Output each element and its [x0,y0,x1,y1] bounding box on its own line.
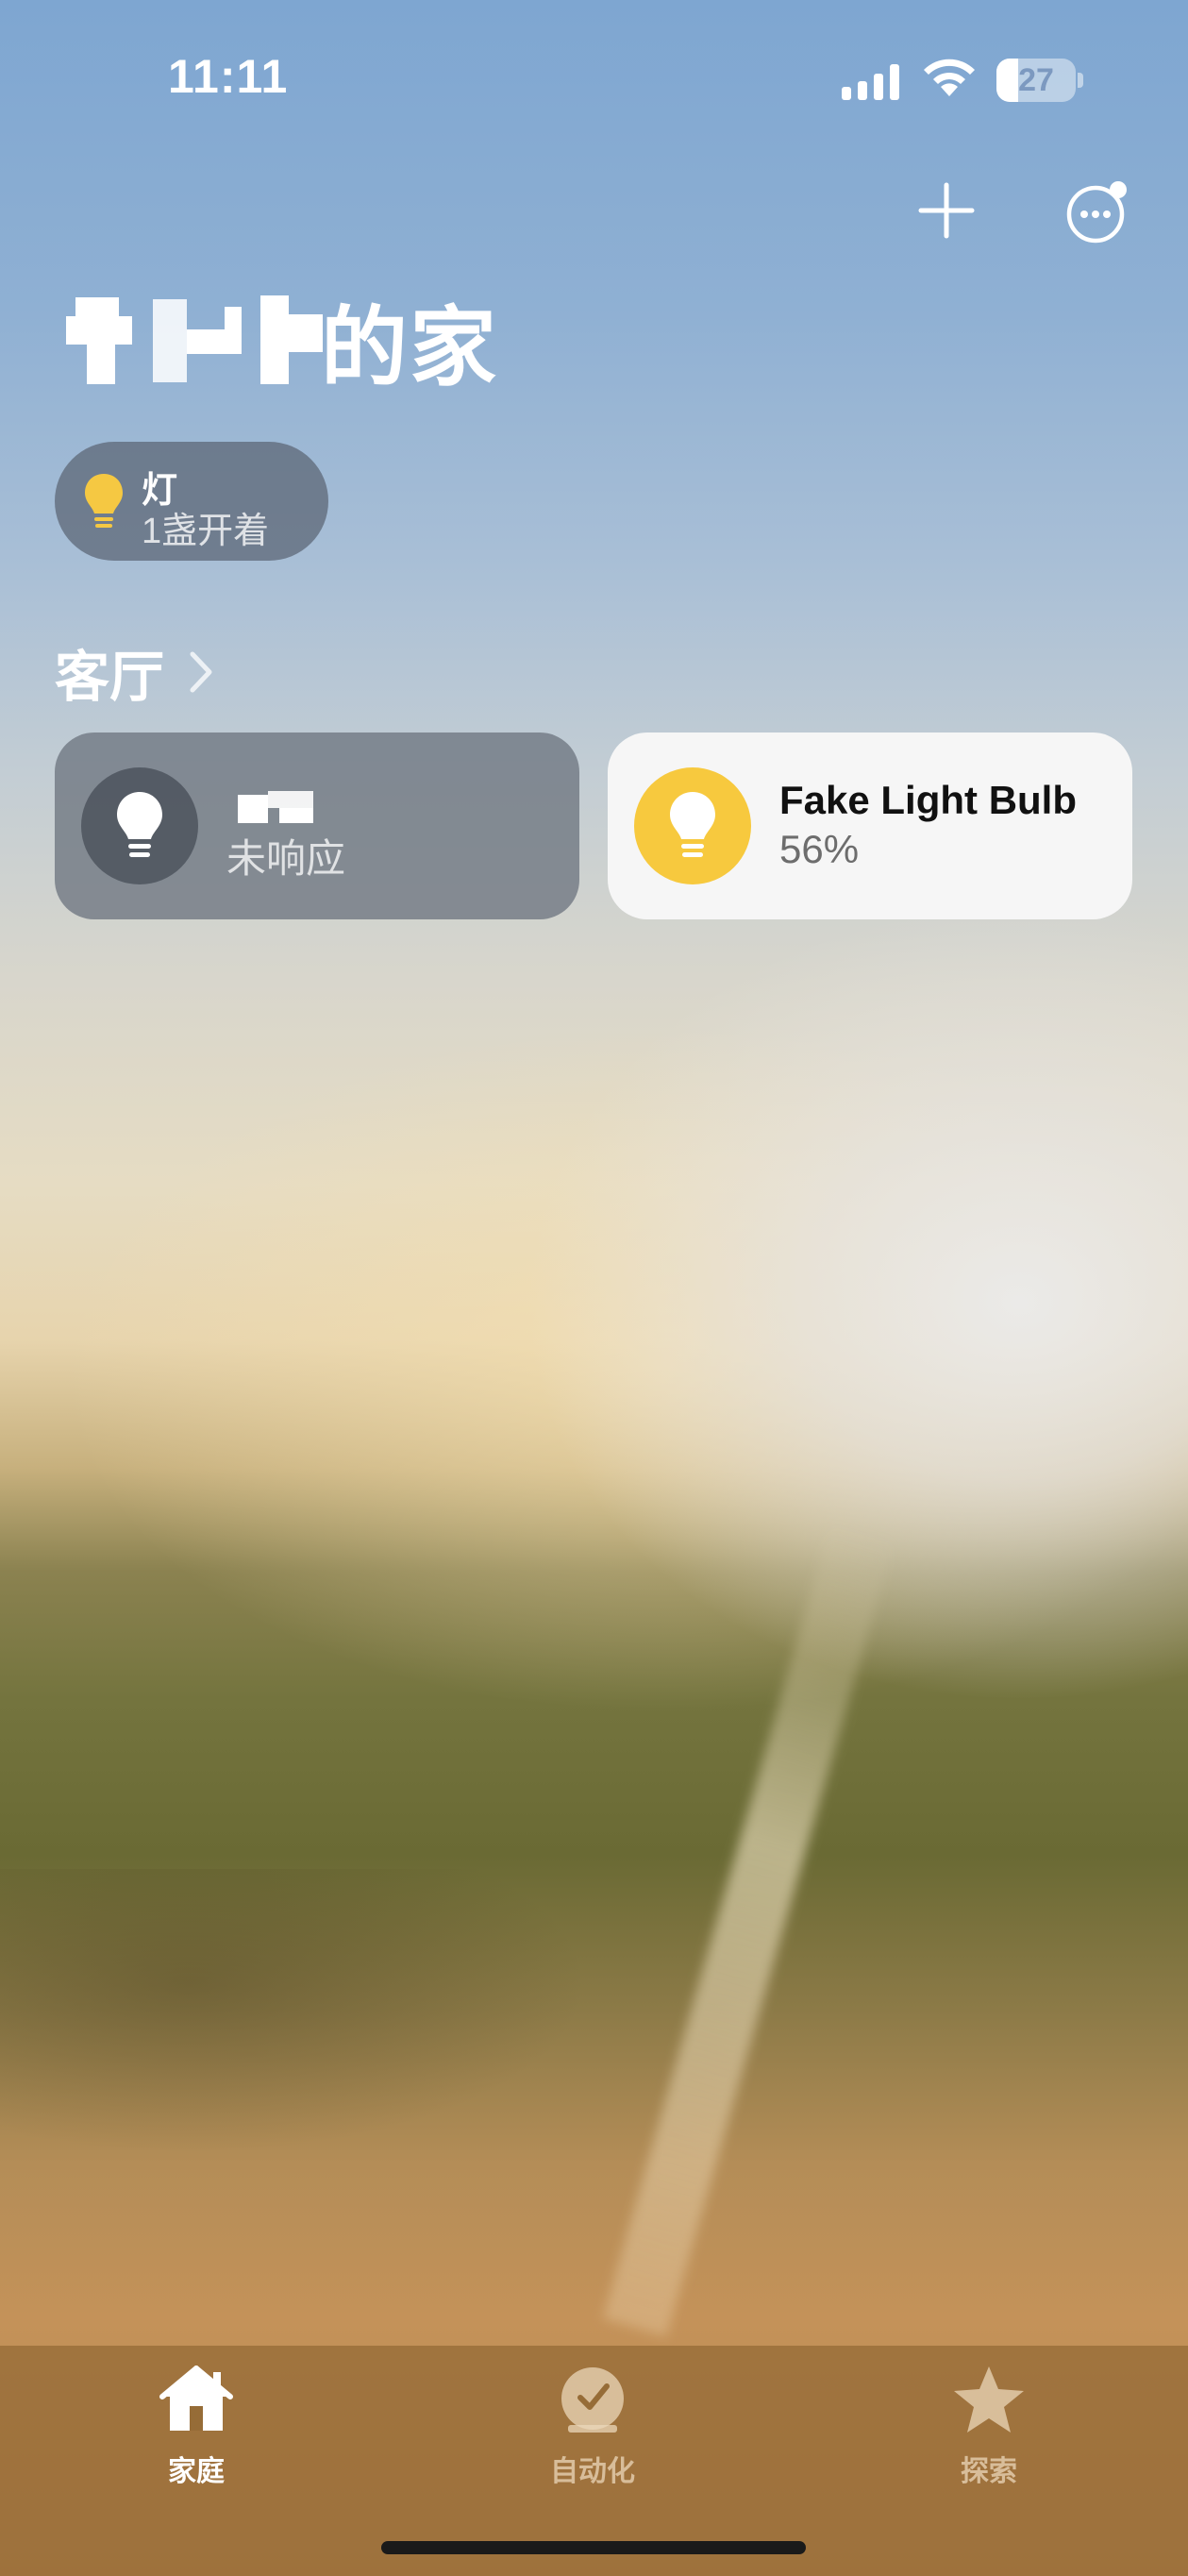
accessory-status: 未响应 [226,836,346,881]
notification-dot [1110,181,1127,198]
tab-label: 自动化 [550,2456,635,2487]
battery-tip [1078,73,1083,88]
battery-level: 27 [1018,62,1054,98]
chevron-right-icon [190,651,212,693]
star-icon [954,2366,1024,2433]
tab-label: 探索 [961,2456,1017,2487]
tab-explore[interactable]: 探索 [895,2365,1083,2497]
add-button[interactable] [915,179,978,242]
accessory-icon-circle[interactable] [634,767,751,884]
home-title-text: 的家 [321,299,499,396]
accessory-name: Fake Light Bulb [779,778,1077,822]
accessory-status: 56% [779,827,860,871]
background-haze [0,1869,1188,2341]
tab-label: 家庭 [168,2456,225,2487]
accessory-icon-circle[interactable] [81,767,198,884]
more-options-button[interactable] [1064,179,1130,245]
accessory-tile-fake-light-bulb[interactable]: Fake Light Bulb 56% [608,732,1132,919]
lightbulb-icon [670,792,715,857]
battery-indicator: 27 [996,59,1083,102]
lights-status-chip[interactable]: 灯 1盏开着 [55,442,328,561]
chip-subtitle: 1盏开着 [142,512,270,551]
cellular-signal-icon [842,64,899,100]
status-time: 11:11 [168,50,289,103]
tab-home[interactable]: 家庭 [102,2365,291,2497]
lightbulb-icon [117,792,162,857]
clock-check-icon [561,2367,624,2433]
lightbulb-icon [85,474,123,528]
room-header[interactable]: 客厅 [55,634,217,710]
accessory-tile-unresponsive[interactable]: 未响应 [55,732,579,919]
accessory-name-redacted-region [238,791,313,825]
status-bar: 11:11 27 [0,0,1188,160]
wifi-icon [924,59,975,96]
room-name: 客厅 [55,647,165,708]
title-redacted-region [59,288,323,392]
home-indicator [381,2541,806,2554]
tab-automation[interactable]: 自动化 [498,2365,687,2497]
house-icon [159,2366,233,2431]
home-title: 的家 [59,283,498,396]
